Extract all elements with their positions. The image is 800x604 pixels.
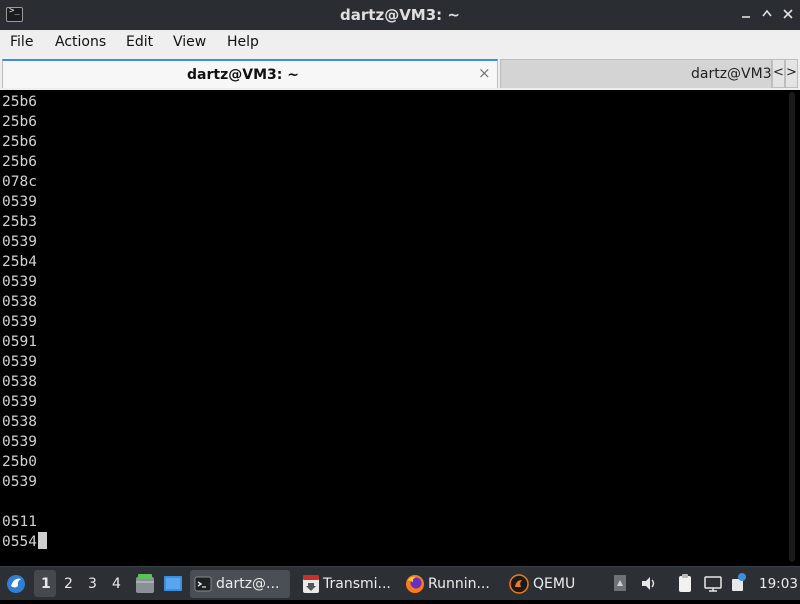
- terminal-line: 0539: [2, 272, 47, 292]
- terminal-line: 0539: [2, 392, 47, 412]
- task-transmission[interactable]: Transmi...: [298, 570, 398, 598]
- terminal-line: 0538: [2, 412, 47, 432]
- terminal-line: 25b3: [2, 212, 47, 232]
- terminal-line: 0511: [2, 512, 47, 532]
- terminal-line: 25b6: [2, 152, 47, 172]
- qemu-icon: [509, 574, 529, 594]
- terminal-line-text: 0539: [2, 394, 37, 410]
- terminal-line: 25b6: [2, 112, 47, 132]
- transmission-icon: [303, 575, 319, 593]
- minimize-icon[interactable]: [738, 6, 754, 22]
- terminal-line-text: 0538: [2, 414, 37, 430]
- clipboard-icon[interactable]: [676, 567, 694, 600]
- terminal-line: 0539: [2, 432, 47, 452]
- tab-bar: dartz@VM3: ~ × dartz@VM3: ~ < >: [0, 56, 800, 90]
- menu-bar: File Actions Edit View Help: [0, 30, 800, 56]
- firefox-icon: [406, 575, 424, 593]
- terminal-line-text: 0539: [2, 474, 37, 490]
- terminal-line: 0538: [2, 292, 47, 312]
- terminal-line-text: 0591: [2, 334, 37, 350]
- terminal-line: 0539: [2, 472, 47, 492]
- terminal-lines: 25b6 25b6 25b6 25b6 078c 0539 25b3 0539 25b4 0539…: [2, 92, 47, 552]
- tab-scroll-right-icon[interactable]: >: [785, 59, 798, 88]
- terminal-line-text: 25b0: [2, 454, 37, 470]
- workspace-3[interactable]: 3: [88, 576, 97, 592]
- terminal-line: 0538: [2, 372, 47, 392]
- terminal-line-text: 0539: [2, 434, 37, 450]
- terminal-line-text: 0539: [2, 274, 37, 290]
- close-icon[interactable]: [780, 6, 796, 22]
- start-menu-icon[interactable]: [5, 567, 27, 600]
- terminal-line-text: 25b6: [2, 114, 37, 130]
- show-desktop-icon[interactable]: [162, 567, 184, 600]
- terminal-line: 25b4: [2, 252, 47, 272]
- terminal-line: 0539: [2, 352, 47, 372]
- task-terminal[interactable]: dartz@...: [190, 570, 290, 598]
- terminal-line-text: 25b6: [2, 94, 37, 110]
- terminal-line-text: 0538: [2, 294, 37, 310]
- scrollbar-thumb[interactable]: [789, 92, 795, 562]
- terminal-line: 0539: [2, 312, 47, 332]
- menu-file[interactable]: File: [10, 34, 33, 50]
- terminal-line-text: 25b6: [2, 134, 37, 150]
- task-label: dartz@...: [216, 576, 280, 592]
- task-label: Transmi...: [323, 576, 391, 592]
- terminal-line-text: 078c: [2, 174, 37, 190]
- volume-icon[interactable]: [640, 567, 658, 600]
- menu-help[interactable]: Help: [227, 34, 259, 50]
- network-icon[interactable]: [703, 567, 723, 600]
- menu-view[interactable]: View: [173, 34, 206, 50]
- terminal-line: 078c: [2, 172, 47, 192]
- terminal-icon: [194, 576, 212, 592]
- terminal-line-text: 0539: [2, 234, 37, 250]
- terminal-line: 25b6: [2, 92, 47, 112]
- terminal-line: 0554: [2, 532, 47, 552]
- tab-scroll-left-icon[interactable]: <: [772, 59, 785, 88]
- terminal-line-text: 0539: [2, 354, 37, 370]
- workspace-1[interactable]: 1: [41, 576, 51, 592]
- clock[interactable]: 19:03: [759, 576, 798, 592]
- tab-inactive[interactable]: dartz@VM3: ~: [500, 59, 772, 88]
- terminal-line-text: 25b4: [2, 254, 37, 270]
- terminal-line-text: 0539: [2, 194, 37, 210]
- terminal-line: 0539: [2, 232, 47, 252]
- terminal-line: 25b6: [2, 132, 47, 152]
- maximize-icon[interactable]: [759, 6, 775, 22]
- tab-label: dartz@VM3: ~: [691, 66, 772, 82]
- terminal-line-text: 25b3: [2, 214, 37, 230]
- terminal-output[interactable]: 25b6 25b6 25b6 25b6 078c 0539 25b3 0539 25b4 0539…: [0, 90, 784, 566]
- terminal-line-text: 25b6: [2, 154, 37, 170]
- terminal-line-text: 0539: [2, 314, 37, 330]
- tray-scroll-icon[interactable]: [612, 567, 628, 600]
- workspace-4[interactable]: 4: [112, 576, 121, 592]
- task-qemu[interactable]: QEMU: [506, 570, 596, 598]
- notification-icon[interactable]: [730, 567, 748, 600]
- window-titlebar[interactable]: >_ dartz@VM3: ~: [0, 0, 800, 30]
- task-label: Runnin...: [428, 576, 490, 592]
- task-label: QEMU: [533, 576, 576, 592]
- file-manager-icon[interactable]: [134, 567, 156, 600]
- terminal-line-text: 0554: [2, 534, 37, 550]
- terminal-line: 25b0: [2, 452, 47, 472]
- task-firefox[interactable]: Runnin...: [402, 570, 502, 598]
- terminal-line-text: 0538: [2, 374, 37, 390]
- menu-actions[interactable]: Actions: [55, 34, 106, 50]
- terminal-line: 0591: [2, 332, 47, 352]
- tab-close-icon[interactable]: ×: [478, 64, 491, 82]
- text-cursor: [37, 532, 47, 549]
- tab-active[interactable]: dartz@VM3: ~ ×: [2, 59, 498, 88]
- menu-edit[interactable]: Edit: [126, 34, 153, 50]
- taskbar: 1 2 3 4 dartz@... Transmi... Runnin... Q…: [0, 566, 800, 600]
- terminal-line-text: 0511: [2, 514, 37, 530]
- workspace-2[interactable]: 2: [64, 576, 73, 592]
- window-title: dartz@VM3: ~: [340, 6, 460, 24]
- tab-label: dartz@VM3: ~: [187, 67, 299, 83]
- terminal-scrollbar[interactable]: [784, 90, 800, 566]
- terminal-line: 0539: [2, 192, 47, 212]
